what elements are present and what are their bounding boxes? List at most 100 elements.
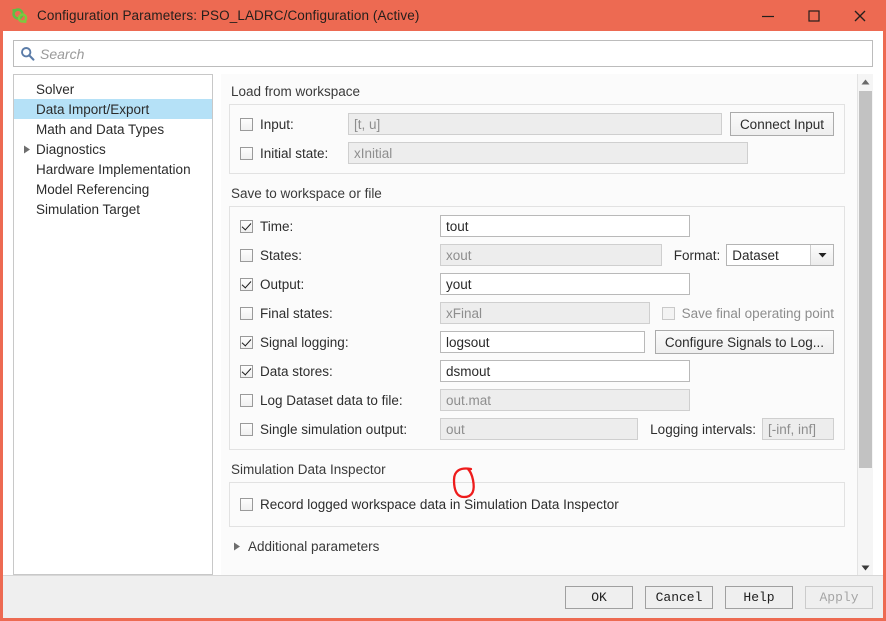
single-simulation-output-checkbox[interactable] [240, 422, 253, 436]
sidebar-item-model-referencing[interactable]: Model Referencing [14, 179, 212, 199]
single-simulation-output-field[interactable] [440, 418, 639, 440]
data-stores-row: Data stores: [240, 360, 834, 382]
save-final-operating-point-checkbox[interactable] [661, 306, 675, 320]
data-stores-checkbox-cell[interactable]: Data stores: [240, 364, 440, 379]
minimize-button[interactable] [745, 0, 791, 31]
logging-intervals-field[interactable] [762, 418, 834, 440]
final-states-row: Final states: Save final operating point [240, 302, 834, 324]
sidebar-item-math-and-data-types[interactable]: Math and Data Types [14, 119, 212, 139]
ok-button[interactable]: OK [565, 585, 633, 609]
close-button[interactable] [837, 0, 883, 31]
signal-logging-checkbox-cell[interactable]: Signal logging: [240, 335, 440, 350]
input-checkbox[interactable] [240, 117, 253, 131]
search-row [3, 31, 883, 74]
maximize-button[interactable] [791, 0, 837, 31]
dialog-content: Solver Data Import/Export Math and Data … [3, 74, 883, 575]
states-checkbox-cell[interactable]: States: [240, 248, 440, 263]
connect-input-button[interactable]: Connect Input [729, 112, 834, 136]
input-row: Input: Connect Input [240, 112, 834, 136]
cancel-button[interactable]: Cancel [645, 585, 713, 609]
sidebar-item-label: Model Referencing [36, 181, 150, 197]
additional-parameters-label: Additional parameters [248, 539, 380, 554]
help-button[interactable]: Help [725, 585, 793, 609]
settings-pane: Load from workspace Input: Connect Input [221, 74, 873, 575]
initial-state-checkbox-cell[interactable]: Initial state: [240, 146, 348, 161]
format-dropdown[interactable]: Dataset [726, 244, 834, 266]
data-stores-checkbox[interactable] [240, 364, 253, 378]
search-box[interactable] [13, 40, 873, 67]
time-checkbox[interactable] [240, 219, 253, 233]
input-checkbox-cell[interactable]: Input: [240, 117, 348, 132]
final-states-label: Final states: [260, 305, 333, 321]
scroll-down-button[interactable] [858, 560, 873, 575]
sidebar-item-solver[interactable]: Solver [14, 79, 212, 99]
log-dataset-file-field[interactable] [440, 389, 690, 411]
final-states-checkbox[interactable] [240, 306, 253, 320]
simulink-gear-icon [11, 7, 29, 25]
save-to-workspace-group: Time: States: Format: Dataset [229, 206, 845, 450]
log-dataset-data-to-file-row: Log Dataset data to file: [240, 389, 834, 411]
record-logged-workspace-data-checkbox[interactable] [240, 497, 253, 511]
sidebar-item-label: Math and Data Types [36, 121, 165, 137]
states-row: States: Format: Dataset [240, 244, 834, 266]
output-checkbox[interactable] [240, 277, 253, 291]
data-stores-label: Data stores: [260, 363, 333, 379]
log-dataset-data-to-file-checkbox[interactable] [240, 393, 253, 407]
window-title: Configuration Parameters: PSO_LADRC/Conf… [37, 8, 420, 23]
single-simulation-output-row: Single simulation output: Logging interv… [240, 418, 834, 440]
configuration-parameters-dialog: Configuration Parameters: PSO_LADRC/Conf… [0, 0, 886, 621]
initial-state-label: Initial state: [260, 145, 329, 161]
states-checkbox[interactable] [240, 248, 253, 262]
initial-state-checkbox[interactable] [240, 146, 253, 160]
category-tree[interactable]: Solver Data Import/Export Math and Data … [13, 74, 213, 575]
output-row: Output: [240, 273, 834, 295]
save-to-workspace-title: Save to workspace or file [231, 186, 382, 201]
final-states-field[interactable] [440, 302, 650, 324]
sidebar-item-label: Data Import/Export [36, 101, 150, 117]
sidebar-item-label: Diagnostics [36, 141, 106, 157]
data-stores-field[interactable] [440, 360, 690, 382]
final-states-checkbox-cell[interactable]: Final states: [240, 306, 440, 321]
log-dataset-checkbox-cell[interactable]: Log Dataset data to file: [240, 393, 440, 408]
output-field[interactable] [440, 273, 690, 295]
chevron-right-icon[interactable] [233, 542, 241, 551]
chevron-down-icon[interactable] [810, 245, 833, 265]
signal-logging-field[interactable] [440, 331, 645, 353]
single-simulation-output-checkbox-cell[interactable]: Single simulation output: [240, 422, 440, 437]
scrollbar-thumb[interactable] [859, 91, 872, 468]
sidebar-item-simulation-target[interactable]: Simulation Target [14, 199, 212, 219]
window-controls [745, 0, 883, 31]
chevron-right-icon[interactable] [20, 145, 34, 154]
format-value: Dataset [732, 247, 779, 263]
dialog-footer: OK Cancel Help Apply [3, 575, 883, 618]
search-input[interactable] [40, 45, 872, 62]
scrollbar-track[interactable] [858, 89, 873, 560]
sidebar-item-data-import-export[interactable]: Data Import/Export [14, 99, 212, 119]
load-from-workspace-group: Input: Connect Input Initial state: [229, 104, 845, 174]
single-simulation-output-label: Single simulation output: [260, 421, 408, 437]
sidebar-item-hardware-implementation[interactable]: Hardware Implementation [14, 159, 212, 179]
signal-logging-row: Signal logging: Configure Signals to Log… [240, 330, 834, 354]
load-from-workspace-title: Load from workspace [231, 84, 361, 99]
configure-signals-to-log-button[interactable]: Configure Signals to Log... [654, 330, 834, 354]
time-checkbox-cell[interactable]: Time: [240, 219, 440, 234]
states-field[interactable] [440, 244, 662, 266]
additional-parameters-disclosure[interactable]: Additional parameters [233, 539, 845, 554]
sidebar-item-diagnostics[interactable]: Diagnostics [14, 139, 212, 159]
input-field[interactable] [348, 113, 722, 135]
signal-logging-checkbox[interactable] [240, 335, 253, 349]
initial-state-field[interactable] [348, 142, 748, 164]
record-logged-data-row[interactable]: Record logged workspace data in Simulati… [240, 493, 834, 515]
scroll-up-button[interactable] [858, 74, 873, 89]
simulation-data-inspector-group: Record logged workspace data in Simulati… [229, 482, 845, 527]
initial-state-row: Initial state: [240, 142, 834, 164]
simulation-data-inspector-title: Simulation Data Inspector [231, 462, 386, 477]
time-field[interactable] [440, 215, 690, 237]
logging-intervals-label: Logging intervals: [650, 421, 756, 437]
vertical-scrollbar[interactable] [857, 74, 873, 575]
search-icon [14, 46, 40, 61]
states-label: States: [260, 247, 303, 263]
title-bar: Configuration Parameters: PSO_LADRC/Conf… [3, 0, 883, 31]
sidebar-item-label: Solver [36, 81, 75, 97]
output-checkbox-cell[interactable]: Output: [240, 277, 440, 292]
